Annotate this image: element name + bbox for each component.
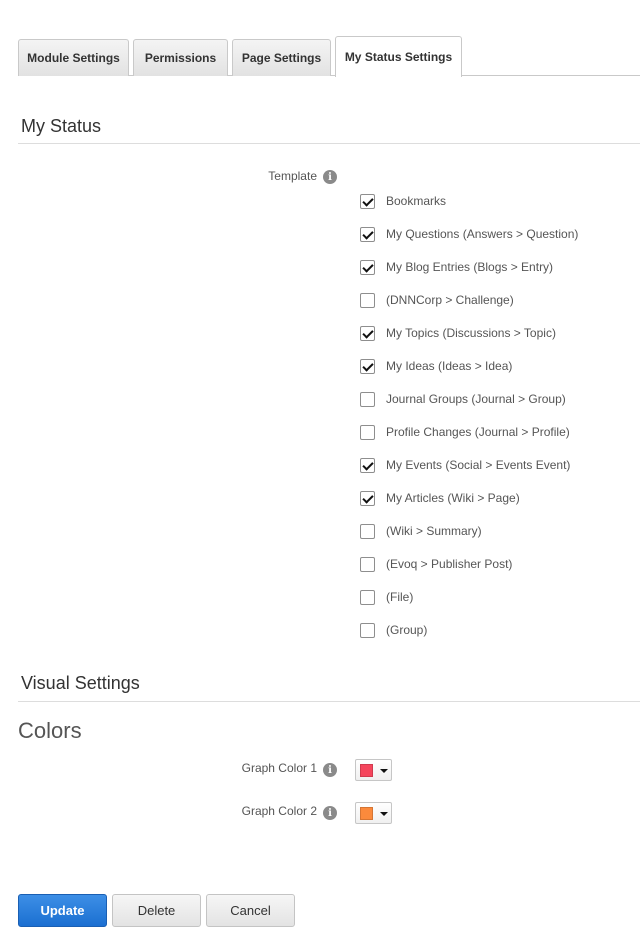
template-option-label[interactable]: Bookmarks: [386, 194, 446, 208]
template-option-label[interactable]: My Topics (Discussions > Topic): [386, 326, 556, 340]
template-option-label[interactable]: Journal Groups (Journal > Group): [386, 392, 566, 406]
template-option[interactable]: Bookmarks: [360, 192, 446, 210]
template-checkbox[interactable]: [360, 292, 375, 308]
template-option-label[interactable]: (Wiki > Summary): [386, 524, 482, 538]
template-info-icon[interactable]: i: [323, 170, 337, 184]
template-checkbox[interactable]: [360, 358, 375, 374]
template-option[interactable]: My Articles (Wiki > Page): [360, 489, 520, 507]
update-button[interactable]: Update: [18, 894, 107, 927]
template-option-label[interactable]: (DNNCorp > Challenge): [386, 293, 514, 307]
delete-button[interactable]: Delete: [112, 894, 201, 927]
template-option[interactable]: (Wiki > Summary): [360, 522, 482, 540]
template-option-label[interactable]: (Group): [386, 623, 427, 637]
template-option[interactable]: (Evoq > Publisher Post): [360, 555, 512, 573]
graph-color-2-picker[interactable]: [355, 802, 392, 824]
cancel-button[interactable]: Cancel: [206, 894, 295, 927]
template-option-label[interactable]: Profile Changes (Journal > Profile): [386, 425, 570, 439]
template-option[interactable]: My Ideas (Ideas > Idea): [360, 357, 512, 375]
graph-color-1-label: Graph Color 1: [241, 761, 317, 775]
template-checkbox[interactable]: [360, 589, 375, 605]
template-option[interactable]: Journal Groups (Journal > Group): [360, 390, 566, 408]
template-option-label[interactable]: (File): [386, 590, 413, 604]
template-checkbox[interactable]: [360, 325, 375, 341]
template-option[interactable]: (DNNCorp > Challenge): [360, 291, 514, 309]
template-option[interactable]: Profile Changes (Journal > Profile): [360, 423, 570, 441]
template-checkbox[interactable]: [360, 490, 375, 506]
graph-color-2-info-icon[interactable]: i: [323, 806, 337, 820]
template-checkbox[interactable]: [360, 259, 375, 275]
graph-color-1-swatch: [360, 764, 373, 777]
tab-page-settings[interactable]: Page Settings: [232, 39, 331, 76]
template-checkbox[interactable]: [360, 622, 375, 638]
template-option-label[interactable]: My Articles (Wiki > Page): [386, 491, 520, 505]
my-status-heading: My Status: [21, 116, 102, 136]
colors-heading: Colors: [18, 718, 82, 743]
template-checkbox[interactable]: [360, 391, 375, 407]
tab-my-status-settings[interactable]: My Status Settings: [335, 36, 462, 77]
graph-color-2-label: Graph Color 2: [241, 804, 317, 818]
template-checkbox[interactable]: [360, 457, 375, 473]
template-option-label[interactable]: My Events (Social > Events Event): [386, 458, 570, 472]
template-option[interactable]: (Group): [360, 621, 427, 639]
template-label: Template: [268, 169, 317, 183]
template-checkbox[interactable]: [360, 226, 375, 242]
template-checkbox[interactable]: [360, 424, 375, 440]
template-checkbox[interactable]: [360, 193, 375, 209]
template-option[interactable]: My Questions (Answers > Question): [360, 225, 578, 243]
template-option-label[interactable]: (Evoq > Publisher Post): [386, 557, 512, 571]
template-checkbox[interactable]: [360, 556, 375, 572]
chevron-down-icon: [380, 769, 388, 773]
template-option[interactable]: My Blog Entries (Blogs > Entry): [360, 258, 553, 276]
graph-color-1-picker[interactable]: [355, 759, 392, 781]
graph-color-2-swatch: [360, 807, 373, 820]
template-checkbox[interactable]: [360, 523, 375, 539]
template-option[interactable]: My Events (Social > Events Event): [360, 456, 570, 474]
template-option-label[interactable]: My Blog Entries (Blogs > Entry): [386, 260, 553, 274]
tab-permissions[interactable]: Permissions: [133, 39, 228, 76]
template-option[interactable]: (File): [360, 588, 413, 606]
chevron-down-icon: [380, 812, 388, 816]
my-status-divider: [18, 143, 640, 144]
visual-settings-heading: Visual Settings: [21, 673, 140, 693]
template-option-label[interactable]: My Ideas (Ideas > Idea): [386, 359, 512, 373]
tab-module-settings[interactable]: Module Settings: [18, 39, 129, 76]
template-option-label[interactable]: My Questions (Answers > Question): [386, 227, 578, 241]
visual-settings-divider: [18, 701, 640, 702]
settings-tabs: Module Settings Permissions Page Setting…: [0, 36, 640, 77]
template-option[interactable]: My Topics (Discussions > Topic): [360, 324, 556, 342]
graph-color-1-info-icon[interactable]: i: [323, 763, 337, 777]
